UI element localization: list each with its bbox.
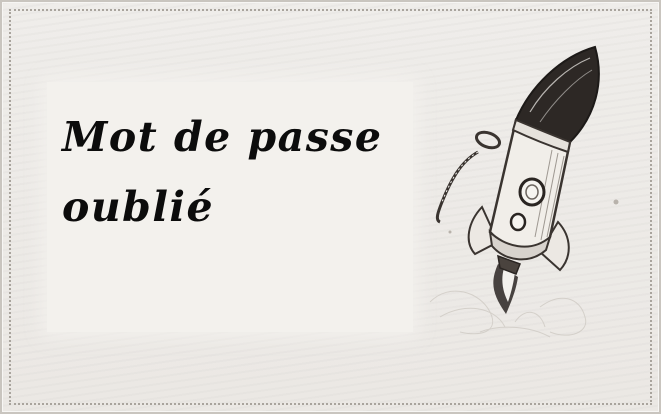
page-title: Mot de passe oublié	[62, 113, 383, 231]
card: Mot de passe oublié	[0, 0, 661, 414]
rocket-icon	[429, 45, 619, 338]
